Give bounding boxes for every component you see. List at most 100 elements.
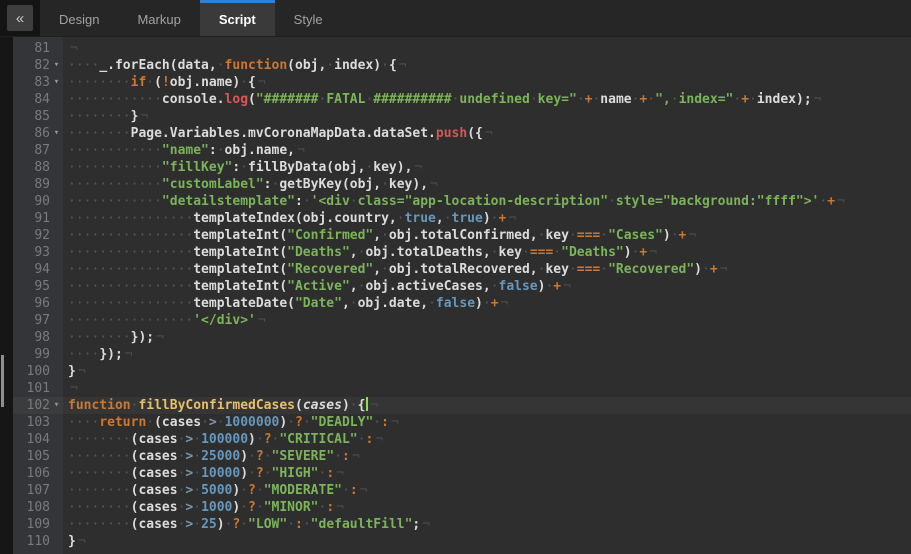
eol-mark: ¬	[138, 109, 148, 124]
whitespace-dots: ········	[68, 75, 131, 90]
code-line[interactable]: 94················templateInt("Recovered…	[13, 261, 911, 278]
code-line[interactable]: 99····});¬	[13, 346, 911, 363]
tab-style[interactable]: Style	[275, 0, 342, 36]
code-text[interactable]: ¬	[63, 40, 911, 57]
code-line[interactable]: 90 ············"detailstemplate":·'<div·c…	[13, 193, 911, 210]
code-text[interactable]: ················templateInt("Active",·ob…	[63, 278, 911, 295]
code-text[interactable]: ····return·(cases·>·1000000)·?·"DEADLY"·…	[63, 414, 911, 431]
scrollbar-thumb[interactable]	[1, 355, 4, 407]
code-text[interactable]: ············"detailstemplate":·'<div·cla…	[63, 193, 911, 210]
code-text[interactable]: function·fillByConfirmedCases(cases)·{¬	[63, 397, 911, 414]
code-line[interactable]: 107········(cases·>·5000)·?·"MODERATE"·:…	[13, 482, 911, 499]
code-text[interactable]: ············"fillKey":·fillByData(obj,·k…	[63, 159, 911, 176]
code-text[interactable]: ········});¬	[63, 329, 911, 346]
code-text[interactable]: ········(cases·>·25)·?·"LOW"·:·"defaultF…	[63, 516, 911, 533]
whitespace-dots: ·	[491, 279, 499, 294]
code-line[interactable]: 96················templateDate("Date",·o…	[13, 295, 911, 312]
code-line[interactable]: 92················templateInt("Confirmed…	[13, 227, 911, 244]
code-text[interactable]: ············console.log("#######·FATAL·#…	[63, 91, 911, 108]
code-line[interactable]: 87 ············"name":·obj.name,¬	[13, 142, 911, 159]
code-line[interactable]: 86▾········Page.Variables.mvCoronaMapDat…	[13, 125, 911, 142]
code-text[interactable]: ············"name":·obj.name,¬	[63, 142, 911, 159]
code-text[interactable]: ¬	[63, 380, 911, 397]
line-number: 95	[34, 278, 50, 295]
fold-arrow-icon[interactable]: ▾	[50, 397, 63, 414]
gutter: 102▾	[13, 397, 63, 414]
whitespace-dots: ·	[256, 432, 264, 447]
eol-mark: ¬	[368, 398, 378, 413]
fold-arrow-icon[interactable]: ▾	[50, 125, 63, 142]
eol-mark: ¬	[647, 245, 657, 260]
code-line[interactable]: 85········}¬	[13, 108, 911, 125]
code-text[interactable]: }¬	[63, 363, 911, 380]
eol-mark: ¬	[835, 194, 845, 209]
whitespace-dots: ·	[146, 415, 154, 430]
code-text[interactable]: ····});¬	[63, 346, 911, 363]
code-text[interactable]: ················templateInt("Confirmed",…	[63, 227, 911, 244]
line-number: 105	[27, 448, 50, 465]
code-text[interactable]: ················templateInt("Recovered",…	[63, 261, 911, 278]
code-editor[interactable]: 81¬82▾····_.forEach(data,·function(obj,·…	[0, 37, 911, 554]
tab-markup[interactable]: Markup	[118, 0, 199, 36]
code-line[interactable]: 108········(cases·>·1000)·?·"MINOR"·:¬	[13, 499, 911, 516]
code-line[interactable]: 93 ················templateInt("Deaths",·…	[13, 244, 911, 261]
code-text[interactable]: ········(cases·>·1000)·?·"MINOR"·:¬	[63, 499, 911, 516]
code-text[interactable]: ············"customLabel":·getByKey(obj,…	[63, 176, 911, 193]
code-line[interactable]: 88············"fillKey":·fillByData(obj,…	[13, 159, 911, 176]
code-text[interactable]: ········if·(!obj.name)·{¬	[63, 74, 911, 91]
code-text[interactable]: ········(cases·>·10000)·?·"HIGH"·:¬	[63, 465, 911, 482]
code-text[interactable]: ········(cases·>·100000)·?·"CRITICAL"·:¬	[63, 431, 911, 448]
code-text[interactable]: ········Page.Variables.mvCoronaMapData.d…	[63, 125, 911, 142]
eol-mark: ¬	[334, 466, 344, 481]
fold-arrow-icon[interactable]: ▾	[50, 57, 63, 74]
code-text[interactable]: ········}¬	[63, 108, 911, 125]
code-line[interactable]: 91················templateIndex(obj.coun…	[13, 210, 911, 227]
eol-mark: ¬	[76, 534, 86, 549]
code-line[interactable]: 101¬	[13, 380, 911, 397]
code-line[interactable]: 104········(cases·>·100000)·?·"CRITICAL"…	[13, 431, 911, 448]
collapse-sidebar-button[interactable]: «	[7, 5, 33, 31]
code-line[interactable]: 105 ········(cases·>·25000)·?·"SEVERE"·:¬	[13, 448, 911, 465]
code-line[interactable]: 81 ¬	[13, 40, 911, 57]
line-number: 87	[34, 142, 50, 159]
code-text[interactable]: ················'</div>'¬	[63, 312, 911, 329]
code-text[interactable]: ················templateDate("Date",·obj…	[63, 295, 911, 312]
code-line[interactable]: 103····return·(cases·>·1000000)·?·"DEADL…	[13, 414, 911, 431]
code-line[interactable]: 82▾····_.forEach(data,·function(obj,·ind…	[13, 57, 911, 74]
code-text[interactable]: ········(cases·>·5000)·?·"MODERATE"·:¬	[63, 482, 911, 499]
code-text[interactable]: ················templateInt("Deaths",·ob…	[63, 244, 911, 261]
whitespace-dots: ·	[577, 92, 585, 107]
code-line[interactable]: 97················'</div>'¬	[13, 312, 911, 329]
whitespace-dots: ············	[68, 92, 162, 107]
whitespace-dots: ·	[193, 449, 201, 464]
code-text[interactable]: ················templateIndex(obj.countr…	[63, 210, 911, 227]
whitespace-dots: ················	[68, 262, 193, 277]
code-text[interactable]: ········(cases·>·25000)·?·"SEVERE"·:¬	[63, 448, 911, 465]
line-number: 81	[34, 40, 50, 57]
code-line[interactable]: 89············"customLabel":·getByKey(ob…	[13, 176, 911, 193]
code-line[interactable]: 109········(cases·>·25)·?·"LOW"·:·"defau…	[13, 516, 911, 533]
code-line[interactable]: 102▾function·fillByConfirmedCases(cases)…	[13, 397, 911, 414]
line-number: 90	[34, 193, 50, 210]
line-number: 93	[34, 244, 50, 261]
gutter: 86▾	[13, 125, 63, 142]
code-line[interactable]: 100}¬	[13, 363, 911, 380]
tab-script[interactable]: Script	[200, 0, 275, 36]
eol-mark: ¬	[373, 432, 383, 447]
whitespace-dots: ·	[600, 262, 608, 277]
whitespace-dots: ·	[217, 415, 225, 430]
tab-design[interactable]: Design	[40, 0, 118, 36]
line-number: 84	[34, 91, 50, 108]
code-text[interactable]: }¬	[63, 533, 911, 550]
whitespace-dots: ·	[671, 228, 679, 243]
code-line[interactable]: 84 ············console.log("#######·FATAL…	[13, 91, 911, 108]
whitespace-dots: ·	[553, 245, 561, 260]
gutter: 90	[13, 193, 63, 210]
code-line[interactable]: 98········});¬	[13, 329, 911, 346]
code-text[interactable]: ····_.forEach(data,·function(obj,·index)…	[63, 57, 911, 74]
code-line[interactable]: 95 ················templateInt("Active",·…	[13, 278, 911, 295]
code-line[interactable]: 83▾········if·(!obj.name)·{¬	[13, 74, 911, 91]
code-line[interactable]: 106········(cases·>·10000)·?·"HIGH"·:¬	[13, 465, 911, 482]
fold-arrow-icon[interactable]: ▾	[50, 74, 63, 91]
code-line[interactable]: 110}¬	[13, 533, 911, 550]
